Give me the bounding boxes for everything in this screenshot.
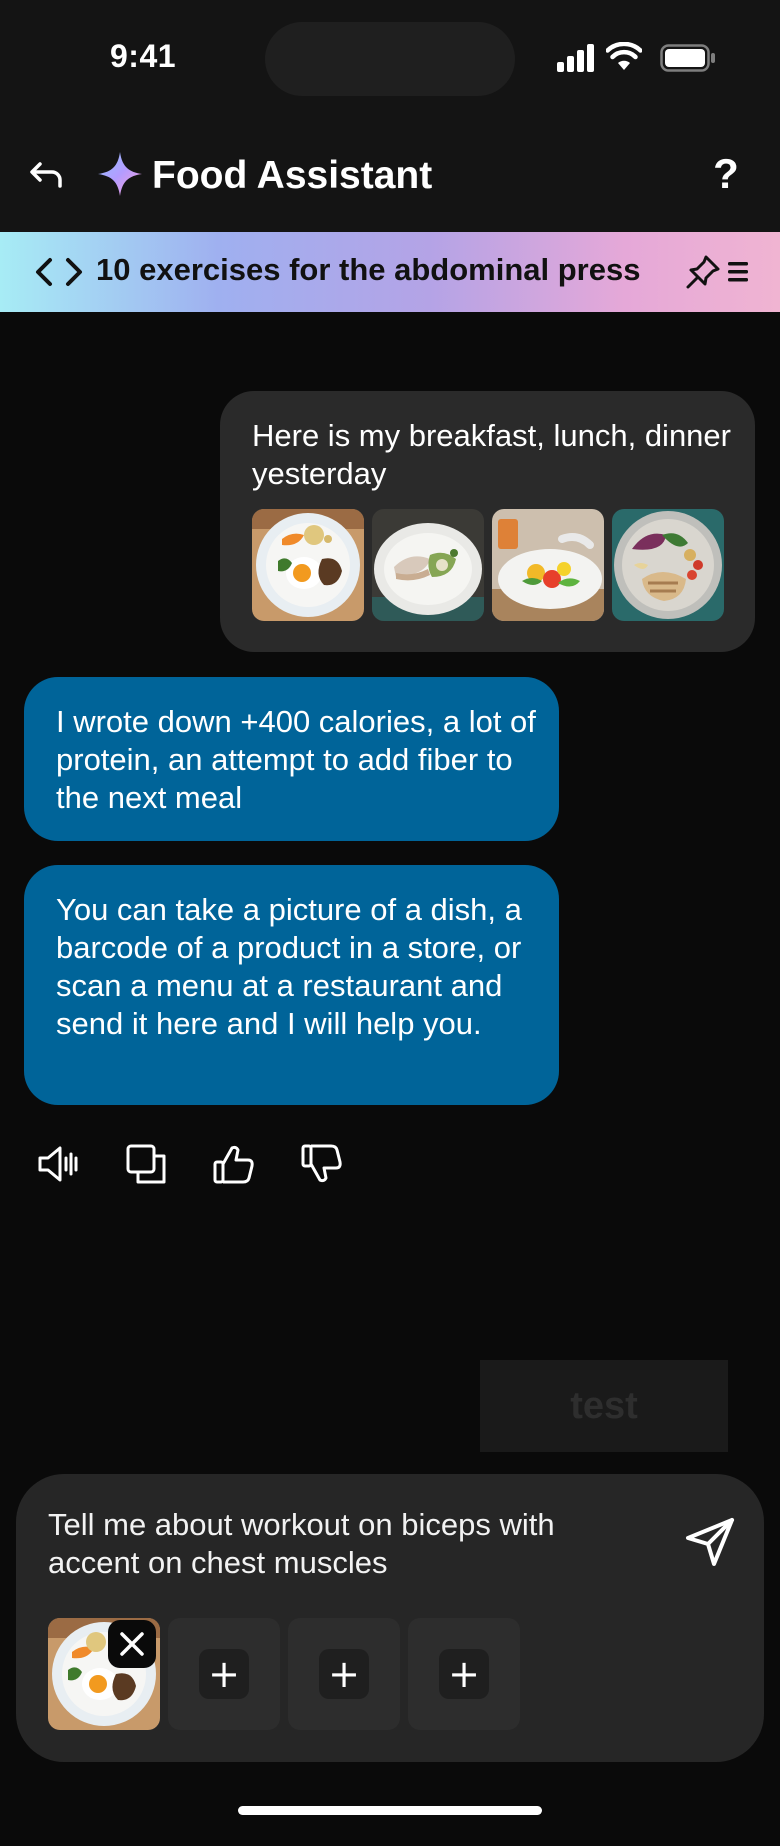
message-text: I wrote down +400 calories, a lot of pro…: [56, 704, 536, 815]
food-photo-thumbnail[interactable]: [372, 509, 484, 621]
chevron-left-icon[interactable]: [30, 254, 60, 290]
food-photo-thumbnail[interactable]: [492, 509, 604, 621]
speaker-icon[interactable]: [36, 1142, 80, 1186]
chevron-right-icon[interactable]: [58, 254, 88, 290]
menu-icon[interactable]: [724, 256, 752, 288]
message-text: You can take a picture of a dish, a barc…: [56, 892, 522, 1041]
copy-icon[interactable]: [124, 1142, 168, 1186]
status-bar: 9:41: [0, 0, 780, 120]
send-icon[interactable]: [682, 1514, 738, 1570]
assistant-message: You can take a picture of a dish, a barc…: [24, 865, 559, 1105]
test-button-label: test: [570, 1385, 638, 1427]
attachment-row: + + +: [48, 1618, 520, 1730]
ai-sparkle-icon: [98, 152, 142, 196]
add-attachment-slot[interactable]: +: [168, 1618, 280, 1730]
user-message: Here is my breakfast, lunch, dinner yest…: [220, 391, 755, 652]
message-text: Here is my breakfast, lunch, dinner yest…: [252, 418, 731, 491]
message-images: [252, 509, 724, 621]
help-button[interactable]: ?: [706, 150, 746, 198]
topic-banner[interactable]: 10 exercises for the abdominal press: [0, 232, 780, 312]
add-attachment-slot[interactable]: +: [408, 1618, 520, 1730]
status-time: 9:41: [110, 38, 177, 74]
test-button[interactable]: test: [480, 1360, 728, 1452]
cellular-signal-icon: [557, 44, 594, 72]
battery-icon: [660, 44, 715, 72]
add-attachment-slot[interactable]: +: [288, 1618, 400, 1730]
thumbs-up-icon[interactable]: [212, 1142, 256, 1186]
wifi-icon: [606, 42, 642, 70]
plus-icon: +: [319, 1649, 369, 1699]
plus-icon: +: [199, 1649, 249, 1699]
banner-title: 10 exercises for the abdominal press: [96, 252, 641, 287]
back-arrow-icon[interactable]: [28, 156, 68, 196]
page-title: Food Assistant: [152, 154, 433, 197]
message-actions: [36, 1142, 344, 1186]
message-input[interactable]: Tell me about workout on biceps with acc…: [48, 1506, 608, 1582]
home-indicator: [238, 1806, 542, 1815]
food-photo-thumbnail[interactable]: [612, 509, 724, 621]
dynamic-island: [265, 22, 515, 96]
attached-image[interactable]: [48, 1618, 160, 1730]
plus-icon: +: [439, 1649, 489, 1699]
pin-icon[interactable]: [684, 253, 722, 291]
message-composer: Tell me about workout on biceps with acc…: [16, 1474, 764, 1762]
remove-attachment-button[interactable]: [108, 1620, 156, 1668]
close-icon: [120, 1632, 144, 1656]
thumbs-down-icon[interactable]: [300, 1142, 344, 1186]
food-photo-thumbnail[interactable]: [252, 509, 364, 621]
assistant-message: I wrote down +400 calories, a lot of pro…: [24, 677, 559, 841]
